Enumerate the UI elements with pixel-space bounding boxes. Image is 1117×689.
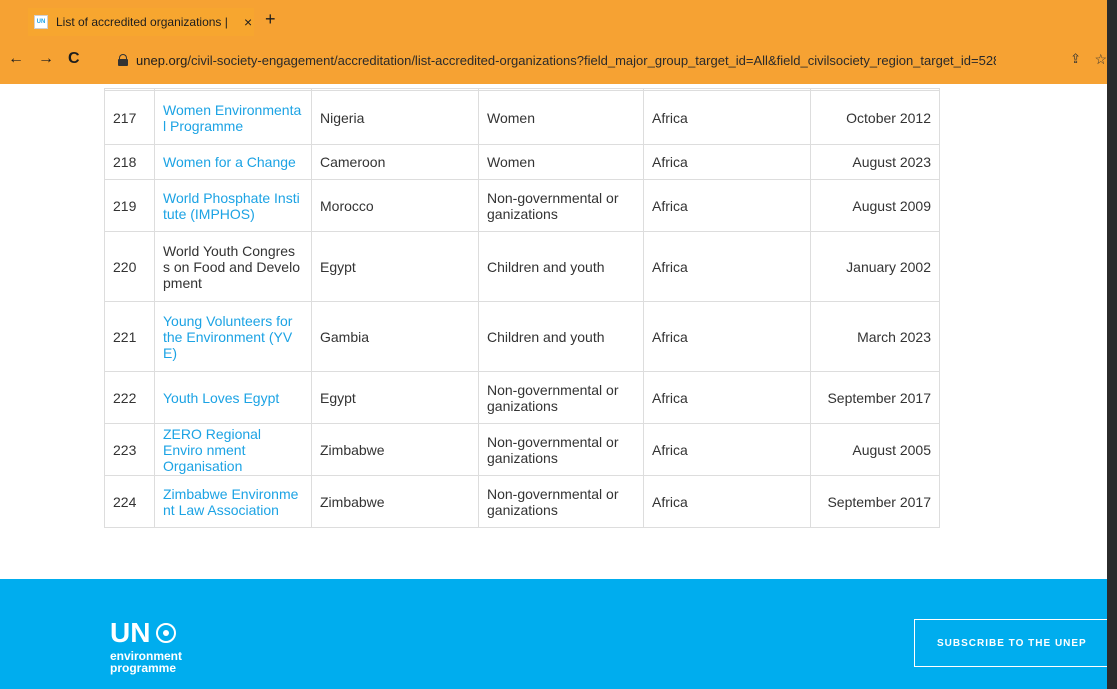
back-arrow-icon[interactable]: ← xyxy=(8,50,24,68)
accreditation-date-cell: September 2017 xyxy=(810,371,940,424)
major-group-cell: Children and youth xyxy=(478,301,644,372)
row-number: 221 xyxy=(104,301,155,372)
country-cell: Egypt xyxy=(311,231,479,302)
row-number: 223 xyxy=(104,423,155,476)
major-group-cell: Non-governmental or ganizations xyxy=(478,475,644,528)
organization-cell: World Phosphate Insti tute (IMPHOS) xyxy=(154,179,312,232)
country-cell: Zimbabwe xyxy=(311,423,479,476)
row-number: 224 xyxy=(104,475,155,528)
country-cell: Egypt xyxy=(311,371,479,424)
organization-link[interactable]: Youth Loves Egypt xyxy=(163,390,279,406)
page-content: 217 Women Environmenta l Programme Nigeria… xyxy=(0,84,1107,579)
browser-window: UN List of accredited organizations | × … xyxy=(0,0,1107,689)
browser-tab[interactable]: UN List of accredited organizations | × xyxy=(28,8,254,36)
tab-title: List of accredited organizations | xyxy=(56,15,228,29)
country-cell: Cameroon xyxy=(311,144,479,180)
table-row: 223 ZERO Regional Enviro nment Organisati… xyxy=(104,423,940,476)
table-row: 224 Zimbabwe Environme nt Law Association… xyxy=(104,475,940,528)
table-row: 219 World Phosphate Insti tute (IMPHOS) Mo… xyxy=(104,179,940,232)
organization-link[interactable]: Women for a Change xyxy=(163,154,296,170)
region-cell: Africa xyxy=(643,423,811,476)
region-cell: Africa xyxy=(643,371,811,424)
tab-bar: UN List of accredited organizations | × … xyxy=(0,0,1107,36)
table-row: 218 Women for a Change Cameroon Women Africa… xyxy=(104,144,940,180)
organization-cell: Women Environmenta l Programme xyxy=(154,90,312,145)
row-number: 217 xyxy=(104,90,155,145)
accreditation-date-cell: August 2009 xyxy=(810,179,940,232)
logo-un-text: UN xyxy=(110,617,151,648)
country-cell: Zimbabwe xyxy=(311,475,479,528)
organizations-table: 217 Women Environmenta l Programme Nigeria… xyxy=(104,88,940,528)
organization-link[interactable]: Women Environmenta l Programme xyxy=(163,102,301,134)
table-row: 220 World Youth Congres s on Food and Dev… xyxy=(104,231,940,302)
region-cell: Africa xyxy=(643,301,811,372)
major-group-cell: Non-governmental or ganizations xyxy=(478,179,644,232)
region-cell: Africa xyxy=(643,90,811,145)
region-cell: Africa xyxy=(643,144,811,180)
region-cell: Africa xyxy=(643,231,811,302)
forward-arrow-icon[interactable]: → xyxy=(38,50,54,68)
row-number: 218 xyxy=(104,144,155,180)
subscribe-button[interactable]: SUBSCRIBE TO THE UNEP xyxy=(914,619,1107,667)
url-path: /civil-society-engagement/accreditation/… xyxy=(187,52,996,68)
close-icon[interactable]: × xyxy=(244,15,252,29)
row-number: 219 xyxy=(104,179,155,232)
bookmark-star-icon[interactable]: ☆ xyxy=(1094,51,1107,68)
country-cell: Morocco xyxy=(311,179,479,232)
url-host: unep.org xyxy=(136,52,188,68)
un-emblem-icon xyxy=(156,623,177,643)
organization-cell: Women for a Change xyxy=(154,144,312,180)
major-group-cell: Women xyxy=(478,144,644,180)
new-tab-button[interactable]: + xyxy=(265,10,276,28)
organization-name: World Youth Congres s on Food and Develo… xyxy=(163,242,300,291)
address-bar[interactable]: unep.org/civil-society-engagement/accred… xyxy=(108,46,1107,74)
site-footer: UN environment programme SUBSCRIBE TO TH… xyxy=(0,579,1107,689)
share-icon[interactable]: ⇪ xyxy=(1070,51,1081,67)
organization-cell: World Youth Congres s on Food and Develo… xyxy=(154,231,312,302)
reload-icon[interactable]: C xyxy=(68,50,80,68)
row-number: 220 xyxy=(104,231,155,302)
accreditation-date-cell: August 2023 xyxy=(810,144,940,180)
accreditation-date-cell: January 2002 xyxy=(810,231,940,302)
major-group-cell: Women xyxy=(478,90,644,145)
country-cell: Gambia xyxy=(311,301,479,372)
table-row: 221 Young Volunteers for the Environment … xyxy=(104,301,940,372)
region-cell: Africa xyxy=(643,475,811,528)
organization-link[interactable]: Zimbabwe Environme nt Law Association xyxy=(163,486,298,518)
logo-line-programme: programme xyxy=(110,661,177,675)
organization-link[interactable]: ZERO Regional Enviro nment Organisation xyxy=(163,426,261,474)
major-group-cell: Non-governmental or ganizations xyxy=(478,423,644,476)
organization-cell: Young Volunteers for the Environment (YV… xyxy=(154,301,312,372)
browser-toolbar: ← → C unep.org/civil-society-engagement/… xyxy=(0,36,1107,84)
favicon-icon: UN xyxy=(34,15,48,29)
organization-cell: Youth Loves Egypt xyxy=(154,371,312,424)
window-edge xyxy=(1107,0,1117,689)
country-cell: Nigeria xyxy=(311,90,479,145)
row-number: 222 xyxy=(104,371,155,424)
region-cell: Africa xyxy=(643,179,811,232)
table-row: 217 Women Environmenta l Programme Nigeria… xyxy=(104,90,940,145)
accreditation-date-cell: October 2012 xyxy=(810,90,940,145)
organization-cell: Zimbabwe Environme nt Law Association xyxy=(154,475,312,528)
organization-link[interactable]: Young Volunteers for the Environment (YV… xyxy=(163,313,292,361)
accreditation-date-cell: March 2023 xyxy=(810,301,940,372)
lock-icon[interactable] xyxy=(118,54,128,66)
organization-link[interactable]: World Phosphate Insti tute (IMPHOS) xyxy=(163,190,300,222)
organization-cell: ZERO Regional Enviro nment Organisation xyxy=(154,423,312,476)
accreditation-date-cell: September 2017 xyxy=(810,475,940,528)
major-group-cell: Non-governmental or ganizations xyxy=(478,371,644,424)
url-text[interactable]: unep.org/civil-society-engagement/accred… xyxy=(136,53,996,68)
table-row: 222 Youth Loves Egypt Egypt Non-governmenta… xyxy=(104,371,940,424)
accreditation-date-cell: August 2005 xyxy=(810,423,940,476)
major-group-cell: Children and youth xyxy=(478,231,644,302)
unep-logo[interactable]: UN environment programme xyxy=(110,617,182,675)
